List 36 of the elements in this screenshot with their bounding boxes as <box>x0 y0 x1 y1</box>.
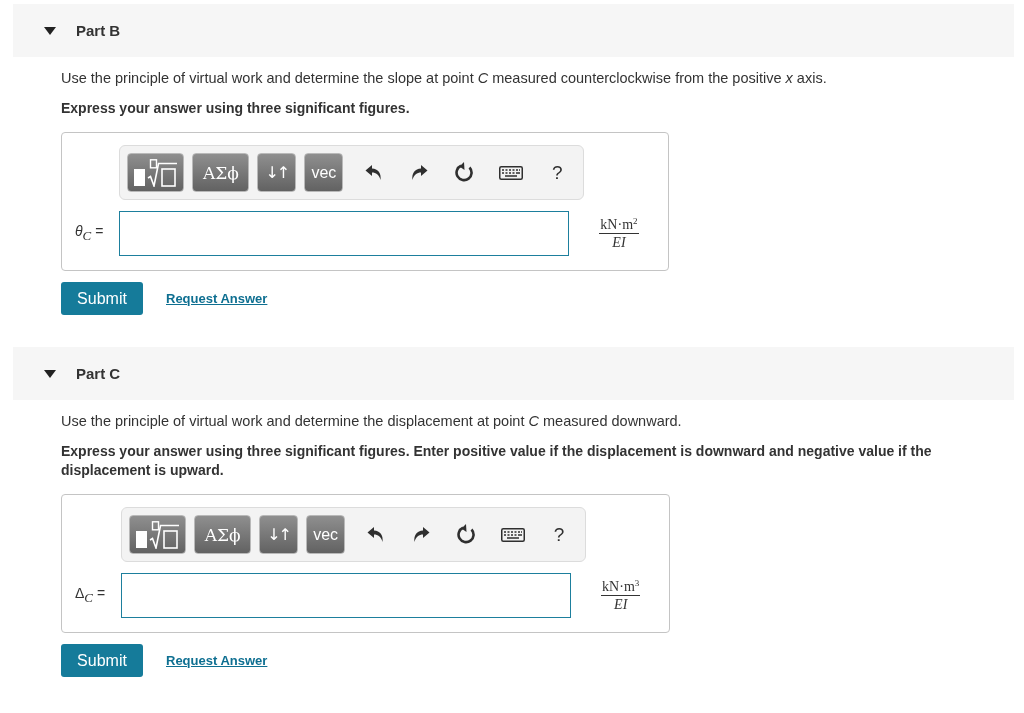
request-answer-link[interactable]: Request Answer <box>166 291 268 306</box>
vec-button[interactable]: vec <box>306 515 346 554</box>
symbols-button[interactable]: ΑΣϕ <box>194 515 252 554</box>
question-text: Use the principle of virtual work and determine the displacement at point C measured downward. <box>61 412 683 431</box>
request-answer-link[interactable]: Request Answer <box>166 653 268 668</box>
square-root-template-icon <box>132 158 179 187</box>
part-title: Part C <box>76 365 121 382</box>
part-title: Part B <box>76 22 121 39</box>
instruction-text: Express your answer using three significant figures. <box>61 99 411 118</box>
arrows-button[interactable]: ↓↑ <box>257 153 297 192</box>
arrows-button[interactable]: ↓↑ <box>259 515 299 554</box>
help-button[interactable]: ? <box>536 515 583 554</box>
undo-arrow-icon <box>364 164 382 181</box>
undo-arrow-icon <box>366 526 384 543</box>
answer-input[interactable] <box>121 573 572 618</box>
units-fraction: kN·m$^{3}$ EI <box>601 579 641 612</box>
submit-button[interactable]: Submit <box>61 282 143 315</box>
part-header[interactable]: Part C <box>13 347 1014 400</box>
circular-arrow-icon <box>455 162 476 183</box>
square-root-template-icon <box>134 520 181 549</box>
help-button[interactable]: ? <box>534 153 581 192</box>
symbols-button[interactable]: ΑΣϕ <box>192 153 250 192</box>
keyboard-icon <box>499 165 524 180</box>
redo-arrow-icon <box>412 526 430 543</box>
instruction-text: Express your answer using three significant figures. Enter positive value if the displacement is downward and negative value if the displacement is upward. <box>61 442 933 480</box>
units-fraction: kN·m$^{2}$ EI <box>599 217 639 250</box>
redo-arrow-icon <box>410 164 428 181</box>
circular-arrow-icon <box>457 524 478 545</box>
question-text: Use the principle of virtual work and determine the slope at point C measured counterclockwise from the positive x axis. <box>61 69 828 88</box>
answer-input[interactable] <box>119 211 570 256</box>
part-header[interactable]: Part B <box>13 4 1014 57</box>
template-button[interactable] <box>127 153 185 192</box>
template-button[interactable] <box>129 515 187 554</box>
submit-button[interactable]: Submit <box>61 644 143 677</box>
keyboard-icon <box>501 527 526 542</box>
vec-button[interactable]: vec <box>304 153 344 192</box>
